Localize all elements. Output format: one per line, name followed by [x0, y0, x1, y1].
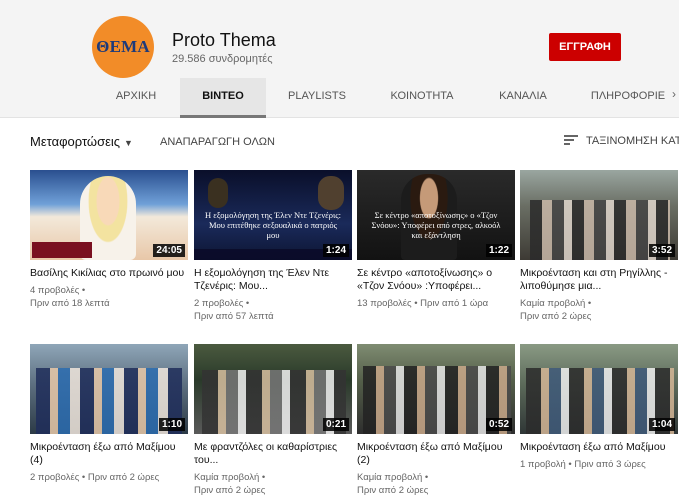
video-duration: 3:52 — [648, 244, 675, 257]
uploads-dropdown[interactable]: Μεταφορτώσεις ▼ — [30, 134, 133, 149]
video-card[interactable]: Η εξομολόγηση της Έλεν Ντε Τζενέρις: Μου… — [194, 170, 352, 323]
video-duration: 0:52 — [485, 418, 512, 431]
video-duration: 1:10 — [158, 418, 185, 431]
video-thumbnail[interactable]: 0:21 — [194, 344, 352, 434]
video-age: Πριν από 2 ώρες — [194, 485, 266, 496]
video-meta: Καμία προβολή • Πριν από 2 ώρες — [357, 471, 515, 497]
video-views: 4 προβολές • — [30, 285, 86, 296]
video-title[interactable]: Με φραντζόλες οι καθαρίστριες του... — [194, 441, 352, 467]
thumbnail-figure — [208, 178, 228, 208]
video-duration: 1:04 — [648, 418, 675, 431]
thumbnail-caption: Η εξομολόγηση της Έλεν Ντε Τζενέρις: Μου… — [204, 210, 342, 240]
video-meta: Καμία προβολή • Πριν από 2 ώρες — [520, 297, 678, 323]
channel-header: ΘΕΜΑ Proto Thema 29.586 συνδρομητές ΕΓΓΡ… — [0, 0, 679, 118]
video-thumbnail[interactable]: 3:52 — [520, 170, 678, 260]
video-card[interactable]: 1:10 Μικροένταση έξω από Μαξίμου (4) 2 π… — [30, 344, 188, 484]
video-views: 1 προβολή • Πριν από 3 ώρες — [520, 459, 646, 470]
chevron-right-icon[interactable]: › — [672, 87, 676, 101]
video-meta: 4 προβολές • Πριν από 18 λεπτά — [30, 284, 188, 310]
video-duration: 24:05 — [153, 244, 185, 257]
video-duration: 0:21 — [322, 418, 349, 431]
video-views: 2 προβολές • — [194, 298, 250, 309]
video-views: Καμία προβολή • — [357, 472, 429, 483]
video-views: 13 προβολές • Πριν από 1 ώρα — [357, 298, 489, 309]
video-meta: 1 προβολή • Πριν από 3 ώρες — [520, 458, 678, 471]
video-duration: 1:22 — [485, 244, 512, 257]
tab-channels[interactable]: ΚΑΝΑΛΙΑ — [490, 78, 556, 118]
tab-community[interactable]: ΚΟΙΝΟΤΗΤΑ — [384, 78, 460, 118]
video-meta: 2 προβολές • Πριν από 2 ώρες — [30, 471, 188, 484]
video-thumbnail[interactable]: 1:10 — [30, 344, 188, 434]
sort-icon — [564, 135, 578, 145]
video-title[interactable]: Μικροένταση και στη Ρηγίλλης - λιποθύμησ… — [520, 267, 678, 293]
video-card[interactable]: 1:04 Μικροένταση έξω από Μαξίμου 1 προβο… — [520, 344, 678, 471]
tab-videos[interactable]: ΒΙΝΤΕΟ — [180, 78, 266, 118]
video-thumbnail[interactable]: 0:52 — [357, 344, 515, 434]
tab-about[interactable]: ΠΛΗΡΟΦΟΡΙΕ — [590, 78, 666, 118]
thumbnail-caption: Σε κέντρο «αποτοξίνωσης» ο «Τζον Σνόου»:… — [371, 210, 501, 240]
tab-playlists[interactable]: PLAYLISTS — [280, 78, 354, 118]
video-title[interactable]: Μικροένταση έξω από Μαξίμου — [520, 441, 678, 454]
video-title[interactable]: Μικροένταση έξω από Μαξίμου (2) — [357, 441, 515, 467]
video-views: 2 προβολές • Πριν από 2 ώρες — [30, 472, 160, 483]
channel-avatar[interactable]: ΘΕΜΑ — [92, 16, 154, 78]
video-thumbnail[interactable]: Η εξομολόγηση της Έλεν Ντε Τζενέρις: Μου… — [194, 170, 352, 260]
sort-button[interactable]: ΤΑΞΙΝΟΜΗΣΗ ΚΑΤΑ — [564, 135, 679, 147]
channel-tabs: ΑΡΧΙΚΗ ΒΙΝΤΕΟ PLAYLISTS ΚΟΙΝΟΤΗΤΑ ΚΑΝΑΛΙ… — [0, 78, 679, 118]
video-toolbar: Μεταφορτώσεις ▼ ΑΝΑΠΑΡΑΓΩΓΗ ΟΛΩΝ ΤΑΞΙΝΟΜΗ… — [0, 130, 679, 154]
sort-label: ΤΑΞΙΝΟΜΗΣΗ ΚΑΤΑ — [586, 135, 679, 147]
video-views: Καμία προβολή • — [520, 298, 592, 309]
video-title[interactable]: Η εξομολόγηση της Έλεν Ντε Τζενέρις: Μου… — [194, 267, 352, 293]
video-title[interactable]: Σε κέντρο «αποτοξίνωσης» ο «Τζον Σνόου» … — [357, 267, 515, 293]
thumbnail-logo-strip — [32, 242, 92, 258]
video-age: Πριν από 2 ώρες — [357, 485, 429, 496]
channel-name: Proto Thema — [172, 30, 276, 50]
video-views: Καμία προβολή • — [194, 472, 266, 483]
caret-down-icon: ▼ — [124, 138, 133, 148]
video-meta: Καμία προβολή • Πριν από 2 ώρες — [194, 471, 352, 497]
video-meta: 2 προβολές • Πριν από 57 λεπτά — [194, 297, 352, 323]
video-thumbnail[interactable]: Σε κέντρο «αποτοξίνωσης» ο «Τζον Σνόου»:… — [357, 170, 515, 260]
video-card[interactable]: 0:21 Με φραντζόλες οι καθαρίστριες του..… — [194, 344, 352, 497]
video-card[interactable]: 3:52 Μικροένταση και στη Ρηγίλλης - λιπο… — [520, 170, 678, 323]
subscriber-count: 29.586 συνδρομητές — [172, 53, 273, 65]
tab-home[interactable]: ΑΡΧΙΚΗ — [104, 78, 168, 118]
video-meta: 13 προβολές • Πριν από 1 ώρα — [357, 297, 515, 310]
video-duration: 1:24 — [322, 244, 349, 257]
subscribe-button[interactable]: ΕΓΓΡΑΦΗ — [549, 33, 621, 61]
video-card[interactable]: Σε κέντρο «αποτοξίνωσης» ο «Τζον Σνόου»:… — [357, 170, 515, 310]
play-all-button[interactable]: ΑΝΑΠΑΡΑΓΩΓΗ ΟΛΩΝ — [160, 136, 275, 148]
video-card[interactable]: 24:05 Βασίλης Κικίλιας στο πρωινό μου 4 … — [30, 170, 188, 310]
video-age: Πριν από 57 λεπτά — [194, 311, 274, 322]
video-title[interactable]: Βασίλης Κικίλιας στο πρωινό μου — [30, 267, 188, 280]
video-card[interactable]: 0:52 Μικροένταση έξω από Μαξίμου (2) Καμ… — [357, 344, 515, 497]
uploads-label: Μεταφορτώσεις — [30, 134, 121, 149]
video-title[interactable]: Μικροένταση έξω από Μαξίμου (4) — [30, 441, 188, 467]
video-thumbnail[interactable]: 24:05 — [30, 170, 188, 260]
video-age: Πριν από 2 ώρες — [520, 311, 592, 322]
thumbnail-figure — [318, 176, 344, 210]
video-age: Πριν από 18 λεπτά — [30, 298, 110, 309]
video-thumbnail[interactable]: 1:04 — [520, 344, 678, 434]
channel-logo-text: ΘΕΜΑ — [96, 37, 150, 56]
